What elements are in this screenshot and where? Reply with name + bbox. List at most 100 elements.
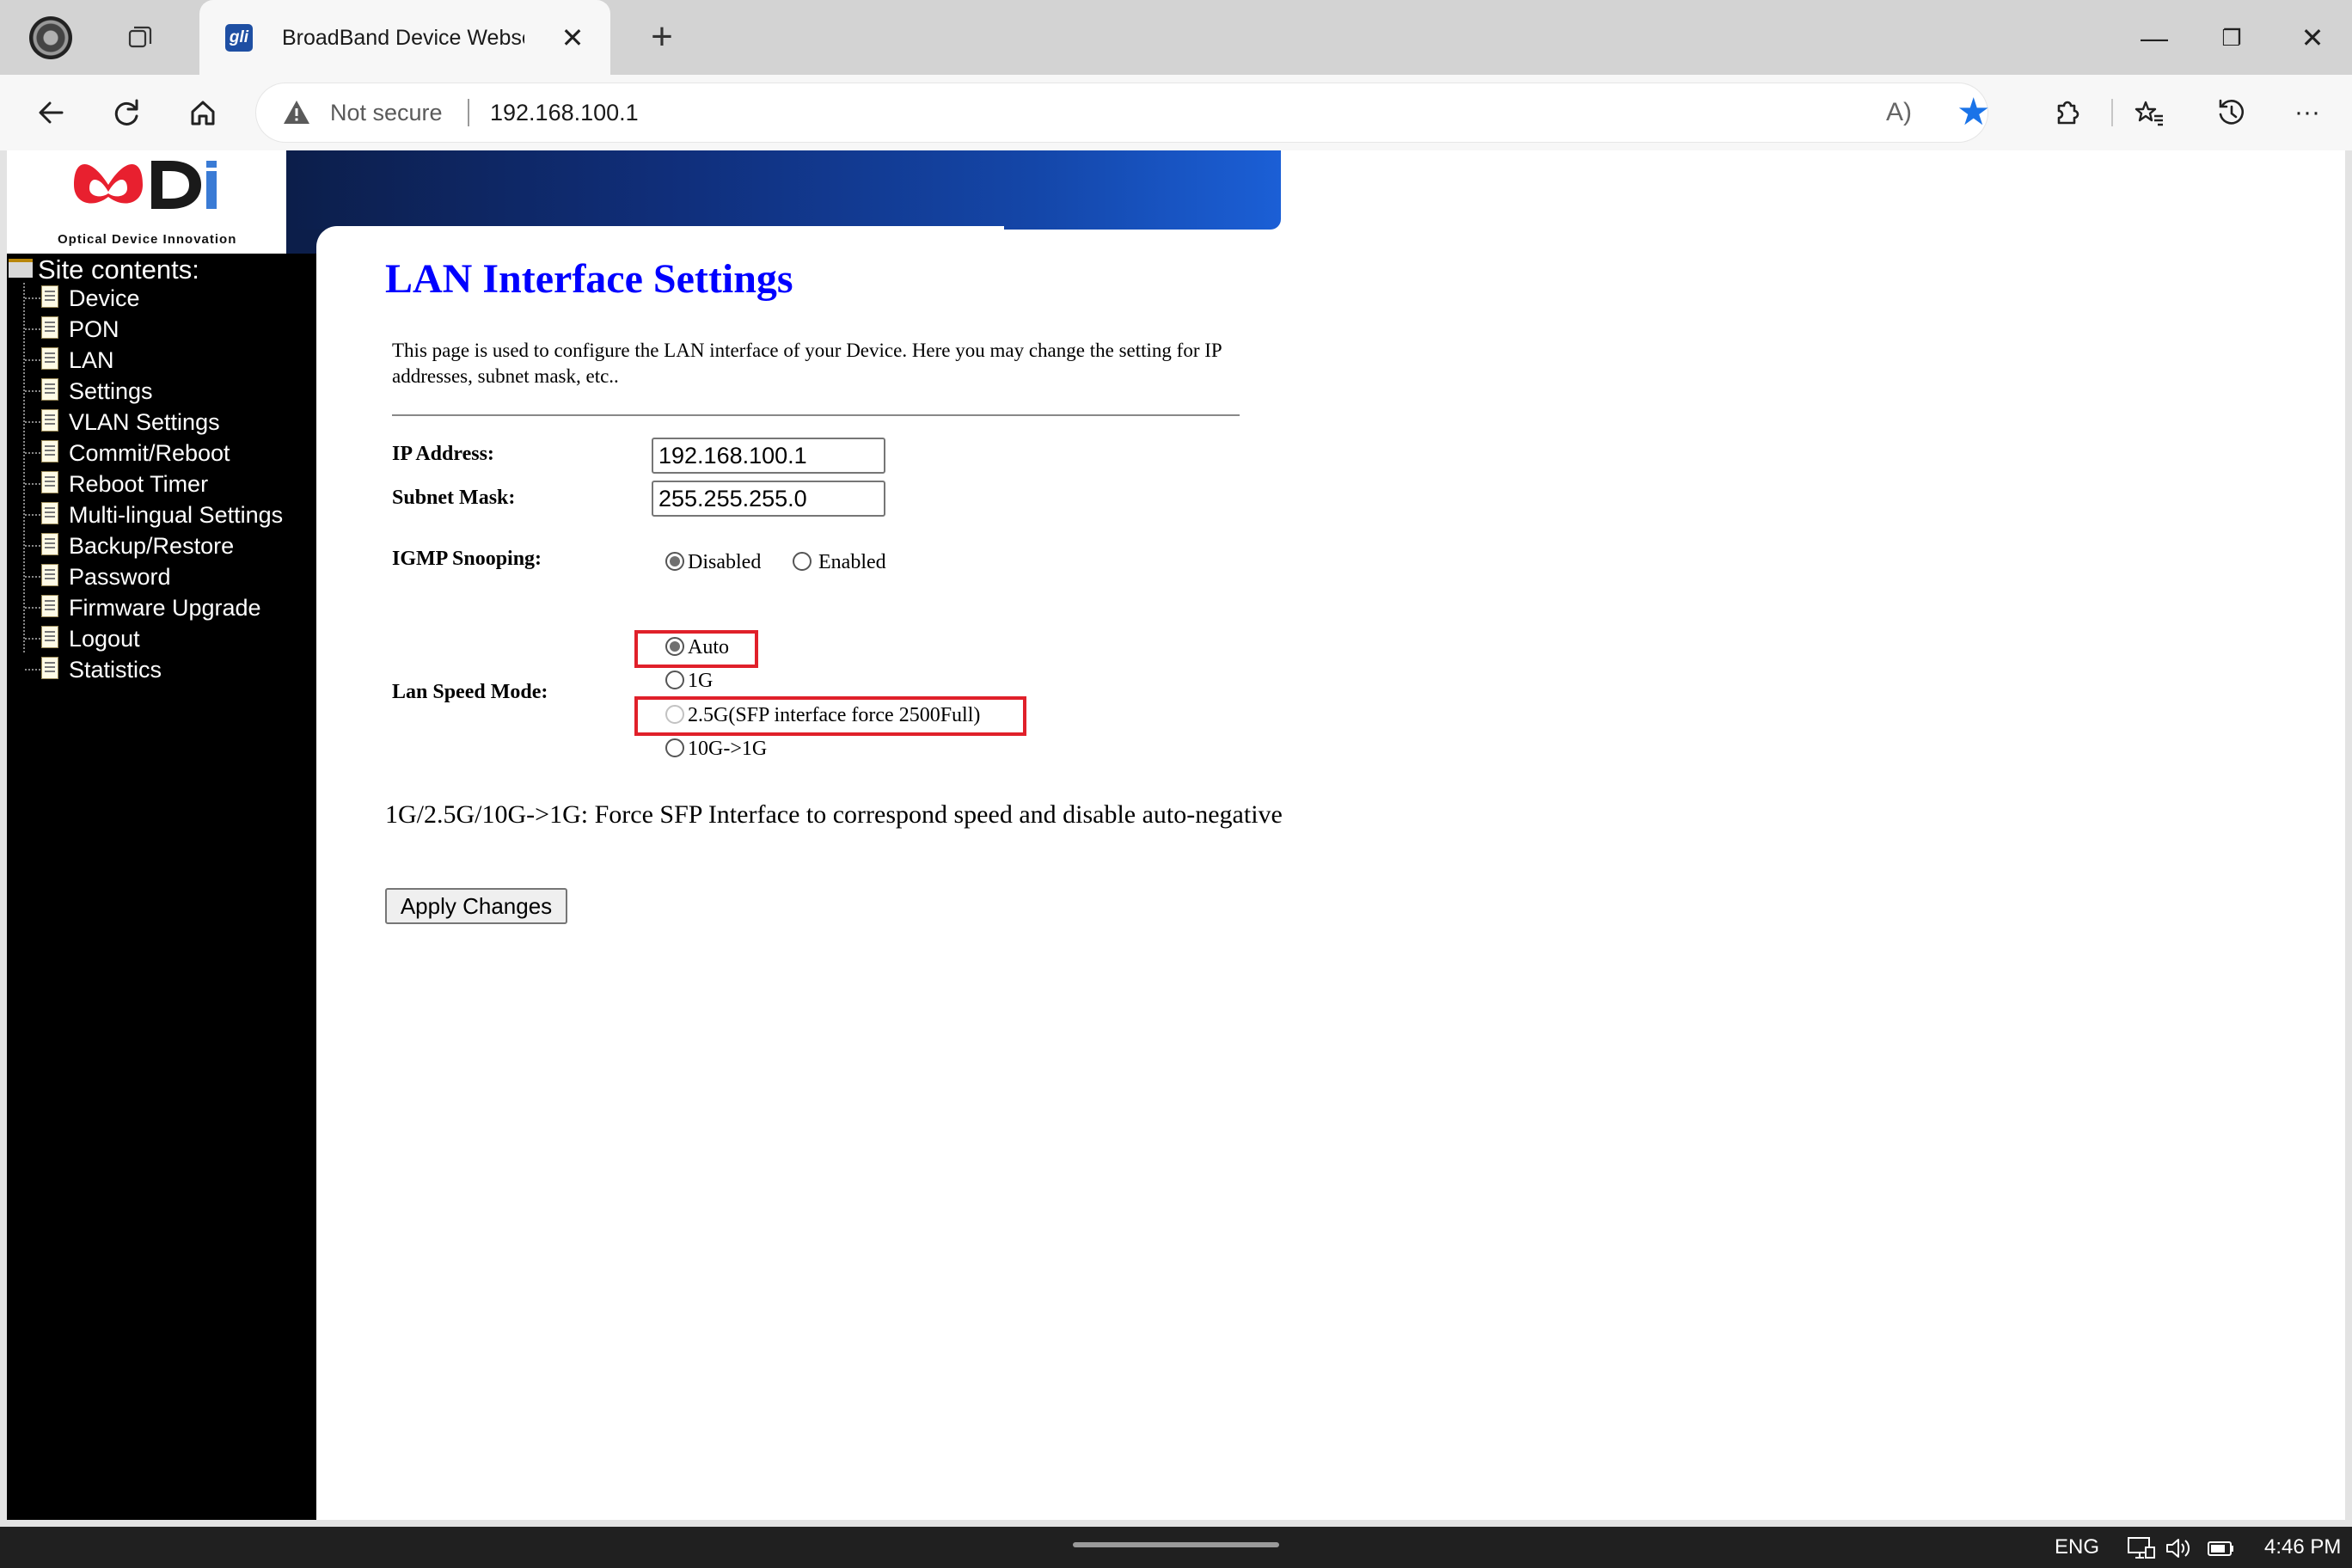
volume-icon[interactable] — [2165, 1535, 2194, 1561]
speed-2-5g-label: 2.5G(SFP interface force 2500Full) — [688, 704, 981, 726]
address-bar[interactable]: Not secure 192.168.100.1 A) ★ — [256, 83, 1990, 142]
document-icon — [41, 409, 58, 432]
sidebar-item-backup-restore[interactable]: Backup/Restore — [7, 530, 316, 561]
document-icon — [41, 626, 58, 648]
ip-address-input[interactable]: 192.168.100.1 — [652, 438, 885, 474]
sidebar-item-commit-reboot[interactable]: Commit/Reboot — [7, 438, 316, 469]
document-icon — [41, 533, 58, 555]
sidebar-item-label[interactable]: Statistics — [69, 654, 162, 685]
igmp-disabled-label[interactable]: Disabled — [688, 549, 761, 575]
url-text[interactable]: 192.168.100.1 — [490, 97, 639, 128]
sidebar-item-lan[interactable]: LAN — [7, 345, 316, 376]
window-close-button[interactable]: ✕ — [2288, 15, 2337, 60]
document-icon — [41, 564, 58, 586]
profile-icon[interactable] — [29, 16, 72, 59]
tab-close-icon[interactable]: ✕ — [557, 21, 588, 55]
sidebar-item-label[interactable]: Settings — [69, 376, 153, 407]
document-icon — [41, 347, 58, 370]
sidebar-item-label[interactable]: PON — [69, 314, 119, 345]
sidebar-item-vlan-settings[interactable]: VLAN Settings — [7, 407, 316, 438]
new-tab-button[interactable]: + — [643, 17, 681, 58]
history-icon[interactable] — [2208, 90, 2256, 135]
folder-icon — [9, 259, 33, 278]
igmp-enabled-radio[interactable] — [793, 552, 812, 571]
sidebar-item-logout[interactable]: Logout — [7, 623, 316, 654]
sidebar-item-label[interactable]: Commit/Reboot — [69, 438, 230, 469]
read-aloud-icon[interactable]: A) — [1886, 95, 1912, 130]
page-title: LAN Interface Settings — [385, 256, 793, 302]
sidebar-item-label[interactable]: VLAN Settings — [69, 407, 220, 438]
toolbar-separator — [2111, 99, 2113, 126]
document-icon — [41, 595, 58, 617]
speed-1g-label[interactable]: 1G — [688, 668, 713, 694]
sidebar-item-pon[interactable]: PON — [7, 314, 316, 345]
sidebar-item-label[interactable]: Firmware Upgrade — [69, 592, 261, 623]
document-icon — [41, 471, 58, 493]
tab-bar: gli BroadBand Device Webserv ✕ + — ❐ ✕ — [0, 0, 2352, 75]
document-icon — [41, 285, 58, 308]
speed-auto-radio[interactable] — [665, 637, 684, 656]
more-icon[interactable]: ··· — [2283, 90, 2331, 135]
clock[interactable]: 4:46 PM — [2264, 1532, 2341, 1563]
ip-address-label: IP Address: — [392, 443, 494, 465]
document-icon — [41, 502, 58, 524]
back-icon[interactable] — [28, 90, 76, 135]
restore-button[interactable]: ❐ — [2208, 15, 2256, 60]
speed-mode-note: 1G/2.5G/10G->1G: Force SFP Interface to … — [385, 800, 1283, 829]
sidebar-title: Site contents: — [38, 254, 199, 285]
security-status[interactable]: Not secure — [330, 97, 443, 128]
subnet-mask-input[interactable]: 255.255.255.0 — [652, 481, 885, 517]
sidebar-item-label[interactable]: LAN — [69, 345, 114, 376]
header-banner — [286, 150, 1281, 230]
igmp-snooping-label: IGMP Snooping: — [392, 548, 542, 570]
extensions-icon[interactable] — [2043, 90, 2091, 135]
language-indicator[interactable]: ENG — [2055, 1532, 2099, 1563]
favorites-icon[interactable] — [2125, 90, 2173, 135]
lan-speed-mode-label: Lan Speed Mode: — [392, 681, 548, 703]
odi-logo-mark-icon — [74, 161, 217, 209]
sidebar-item-device[interactable]: Device — [7, 283, 316, 314]
document-icon — [41, 657, 58, 679]
sidebar-item-settings[interactable]: Settings — [7, 376, 316, 407]
sidebar-item-multi-lingual-settings[interactable]: Multi-lingual Settings — [7, 499, 316, 530]
sidebar-item-firmware-upgrade[interactable]: Firmware Upgrade — [7, 592, 316, 623]
speed-auto-label[interactable]: Auto — [688, 634, 729, 660]
igmp-enabled-label[interactable]: Enabled — [818, 549, 886, 575]
speed-10g-1g-label[interactable]: 10G->1G — [688, 736, 767, 762]
tab-title: BroadBand Device Webserv — [282, 26, 524, 50]
url-separator — [468, 99, 469, 126]
sidebar-item-label[interactable]: Device — [69, 283, 140, 314]
tab-actions-icon[interactable] — [127, 24, 153, 50]
speed-10g-1g-radio[interactable] — [665, 738, 684, 757]
subnet-mask-label: Subnet Mask: — [392, 487, 516, 509]
document-icon — [41, 378, 58, 401]
refresh-icon[interactable] — [103, 90, 151, 135]
sidebar-item-password[interactable]: Password — [7, 561, 316, 592]
taskbar-handle[interactable] — [1073, 1542, 1279, 1547]
sidebar-item-label[interactable]: Backup/Restore — [69, 530, 234, 561]
sidebar-item-label[interactable]: Multi-lingual Settings — [69, 499, 283, 530]
logo-caption: Optical Device Innovation — [58, 232, 237, 247]
home-icon[interactable] — [179, 90, 227, 135]
odi-logo: Optical Device Innovation — [7, 150, 284, 254]
battery-icon[interactable] — [2206, 1535, 2237, 1561]
sidebar-item-label[interactable]: Password — [69, 561, 171, 592]
sidebar: Site contents: Device PON LAN Settings V… — [7, 254, 316, 1520]
site-favicon-icon: gli — [225, 24, 253, 52]
active-tab[interactable]: gli BroadBand Device Webserv ✕ — [199, 0, 610, 75]
apply-changes-button[interactable]: Apply Changes — [385, 888, 567, 924]
minimize-button[interactable]: — — [2130, 15, 2178, 60]
sidebar-item-label[interactable]: Logout — [69, 623, 140, 654]
sidebar-item-reboot-timer[interactable]: Reboot Timer — [7, 469, 316, 499]
network-icon[interactable] — [2127, 1535, 2156, 1561]
warning-icon[interactable] — [282, 98, 311, 127]
sidebar-item-label[interactable]: Reboot Timer — [69, 469, 208, 499]
igmp-disabled-radio[interactable] — [665, 552, 684, 571]
speed-1g-radio[interactable] — [665, 671, 684, 689]
favorite-star-icon[interactable]: ★ — [1957, 92, 1990, 133]
page-description: This page is used to configure the LAN i… — [392, 340, 1222, 387]
divider — [392, 414, 1240, 416]
speed-2-5g-radio — [665, 705, 684, 724]
document-icon — [41, 440, 58, 462]
sidebar-item-statistics[interactable]: Statistics — [7, 654, 316, 685]
